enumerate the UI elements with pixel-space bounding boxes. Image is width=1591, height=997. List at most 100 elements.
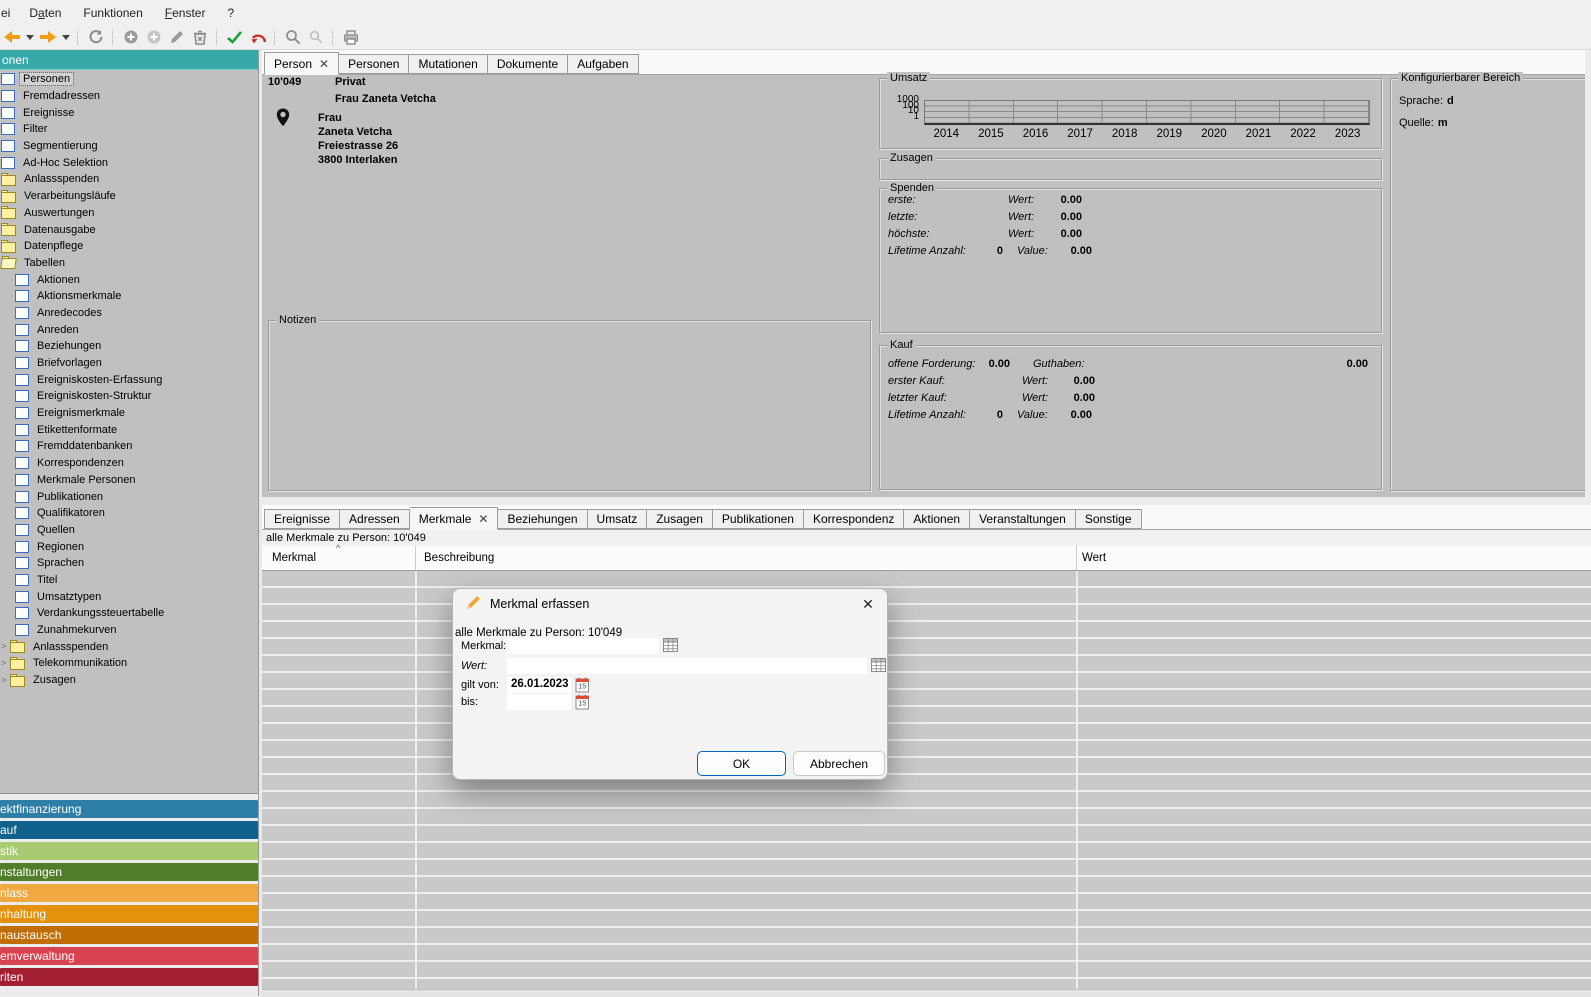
tree-item-telekommunikation[interactable]: >Telekommunikation bbox=[0, 655, 258, 672]
tree-item-korrespondenzen[interactable]: Korrespondenzen bbox=[0, 455, 258, 472]
expander-chevron-icon[interactable]: > bbox=[1, 659, 10, 668]
tree-item-etikettenformate[interactable]: Etikettenformate bbox=[0, 421, 258, 438]
tree-item-merkmale-personen[interactable]: Merkmale Personen bbox=[0, 472, 258, 489]
add-secondary-icon[interactable] bbox=[142, 27, 165, 47]
cancel-button[interactable]: Abbrechen bbox=[793, 751, 885, 776]
tree-item-titel[interactable]: Titel bbox=[0, 572, 258, 589]
back-dropdown-icon[interactable] bbox=[23, 27, 36, 47]
column-header-wert[interactable]: Wert bbox=[1082, 552, 1106, 564]
module-bar-ektfinanzierung[interactable]: ektfinanzierung bbox=[0, 800, 258, 818]
tab-aufgaben[interactable]: Aufgaben bbox=[568, 54, 638, 74]
lookup-grid-icon[interactable] bbox=[663, 638, 678, 655]
dialog-title-bar[interactable]: Merkmal erfassen bbox=[453, 589, 887, 619]
edit-icon[interactable] bbox=[165, 27, 188, 47]
undo-icon[interactable] bbox=[246, 27, 269, 47]
menu-item--[interactable]: ? bbox=[216, 2, 245, 24]
merkmal-input[interactable] bbox=[507, 638, 659, 654]
tree-item-beziehungen[interactable]: Beziehungen bbox=[0, 338, 258, 355]
add-icon[interactable] bbox=[119, 27, 142, 47]
detail-tab-publikationen[interactable]: Publikationen bbox=[713, 509, 804, 529]
tree-item-quellen[interactable]: Quellen bbox=[0, 522, 258, 539]
menu-item-ei[interactable]: ei bbox=[0, 2, 18, 24]
module-bar-auf[interactable]: auf bbox=[0, 821, 258, 839]
search-icon[interactable] bbox=[281, 27, 304, 47]
tree-item-filter[interactable]: Filter bbox=[0, 121, 258, 138]
tree-item-qualifikatoren[interactable]: Qualifikatoren bbox=[0, 505, 258, 522]
notes-group[interactable]: Notizen bbox=[268, 320, 871, 491]
bis-input[interactable] bbox=[507, 694, 571, 710]
tree-item-ereignisse[interactable]: Ereignisse bbox=[0, 104, 258, 121]
tree-item-auswertungen[interactable]: Auswertungen bbox=[0, 205, 258, 222]
tree-item-datenpflege[interactable]: Datenpflege bbox=[0, 238, 258, 255]
tree-item-datenausgabe[interactable]: Datenausgabe bbox=[0, 221, 258, 238]
tree-item-regionen[interactable]: Regionen bbox=[0, 538, 258, 555]
tree-item-verdankungssteuertabelle[interactable]: Verdankungssteuertabelle bbox=[0, 605, 258, 622]
detail-tab-adressen[interactable]: Adressen bbox=[340, 509, 410, 529]
dialog-close-icon[interactable]: ✕ bbox=[859, 595, 877, 613]
detail-tab-zusagen[interactable]: Zusagen bbox=[647, 509, 713, 529]
print-icon[interactable] bbox=[339, 27, 362, 47]
menu-item-daten[interactable]: Daten bbox=[18, 2, 72, 24]
back-icon[interactable] bbox=[0, 27, 23, 47]
forward-dropdown-icon[interactable] bbox=[59, 27, 72, 47]
delete-icon[interactable] bbox=[188, 27, 211, 47]
tree-item-fremddatenbanken[interactable]: Fremddatenbanken bbox=[0, 438, 258, 455]
close-tab-icon[interactable]: ✕ bbox=[319, 58, 329, 70]
tree-item-tabellen[interactable]: Tabellen bbox=[0, 255, 258, 272]
tree-item-ereigniskosten-erfassung[interactable]: Ereigniskosten-Erfassung bbox=[0, 371, 258, 388]
expander-chevron-icon[interactable]: > bbox=[1, 642, 10, 651]
detail-tab-merkmale[interactable]: Merkmale✕ bbox=[410, 507, 499, 530]
tree-item-ereigniskosten-struktur[interactable]: Ereigniskosten-Struktur bbox=[0, 388, 258, 405]
tree-item-verarbeitungsläufe[interactable]: Verarbeitungsläufe bbox=[0, 188, 258, 205]
search-secondary-icon[interactable] bbox=[304, 27, 327, 47]
tree-item-anlassspenden[interactable]: Anlassspenden bbox=[0, 171, 258, 188]
tree-item-sprachen[interactable]: Sprachen bbox=[0, 555, 258, 572]
tree-item-ad-hoc-selektion[interactable]: Ad-Hoc Selektion bbox=[0, 154, 258, 171]
confirm-icon[interactable] bbox=[223, 27, 246, 47]
menu-item-fenster[interactable]: Fenster bbox=[154, 2, 217, 24]
tree-item-anreden[interactable]: Anreden bbox=[0, 321, 258, 338]
tree-item-umsatztypen[interactable]: Umsatztypen bbox=[0, 588, 258, 605]
detail-tab-beziehungen[interactable]: Beziehungen bbox=[498, 509, 587, 529]
module-bar-nhaltung[interactable]: nhaltung bbox=[0, 905, 258, 923]
tree-item-anredecodes[interactable]: Anredecodes bbox=[0, 305, 258, 322]
tree-item-publikationen[interactable]: Publikationen bbox=[0, 488, 258, 505]
horizontal-splitter[interactable] bbox=[262, 497, 1591, 505]
detail-tab-sonstige[interactable]: Sonstige bbox=[1076, 509, 1142, 529]
detail-tab-veranstaltungen[interactable]: Veranstaltungen bbox=[970, 509, 1076, 529]
tree-item-fremdadressen[interactable]: Fremdadressen bbox=[0, 88, 258, 105]
tree-item-aktionsmerkmale[interactable]: Aktionsmerkmale bbox=[0, 288, 258, 305]
tab-dokumente[interactable]: Dokumente bbox=[488, 54, 568, 74]
module-bar-naustausch[interactable]: naustausch bbox=[0, 926, 258, 944]
detail-tab-korrespondenz[interactable]: Korrespondenz bbox=[804, 509, 904, 529]
module-bar-emverwaltung[interactable]: emverwaltung bbox=[0, 947, 258, 965]
gilt-von-input[interactable]: 26.01.2023 bbox=[507, 677, 571, 693]
tree-item-personen[interactable]: Personen bbox=[0, 71, 258, 88]
close-tab-icon[interactable]: ✕ bbox=[478, 513, 488, 525]
forward-icon[interactable] bbox=[36, 27, 59, 47]
column-header-merkmal[interactable]: Merkmal bbox=[272, 552, 316, 564]
tree-item-ereignismerkmale[interactable]: Ereignismerkmale bbox=[0, 405, 258, 422]
tree-item-briefvorlagen[interactable]: Briefvorlagen bbox=[0, 355, 258, 372]
calendar-icon[interactable]: 15 bbox=[575, 694, 590, 713]
right-scroll-strip[interactable] bbox=[1585, 50, 1591, 497]
tab-personen[interactable]: Personen bbox=[339, 54, 409, 74]
tree-item-aktionen[interactable]: Aktionen bbox=[0, 271, 258, 288]
detail-tab-aktionen[interactable]: Aktionen bbox=[904, 509, 970, 529]
tab-mutationen[interactable]: Mutationen bbox=[409, 54, 487, 74]
module-bar-nlass[interactable]: nlass bbox=[0, 884, 258, 902]
tree-item-zusagen[interactable]: >Zusagen bbox=[0, 672, 258, 689]
ok-button[interactable]: OK bbox=[697, 751, 786, 776]
tree-item-segmentierung[interactable]: Segmentierung bbox=[0, 138, 258, 155]
tab-person[interactable]: Person✕ bbox=[264, 52, 339, 75]
module-bar-nstaltungen[interactable]: nstaltungen bbox=[0, 863, 258, 881]
wert-input[interactable] bbox=[507, 658, 867, 674]
column-header-beschreibung[interactable]: Beschreibung bbox=[424, 552, 494, 564]
module-bar-riten[interactable]: riten bbox=[0, 968, 258, 986]
detail-tab-ereignisse[interactable]: Ereignisse bbox=[264, 509, 340, 529]
expander-chevron-icon[interactable]: > bbox=[1, 676, 10, 685]
lookup-grid-icon[interactable] bbox=[871, 658, 886, 675]
module-bar-stik[interactable]: stik bbox=[0, 842, 258, 860]
tree-item-zunahmekurven[interactable]: Zunahmekurven bbox=[0, 622, 258, 639]
menu-item-funktionen[interactable]: Funktionen bbox=[72, 2, 153, 24]
